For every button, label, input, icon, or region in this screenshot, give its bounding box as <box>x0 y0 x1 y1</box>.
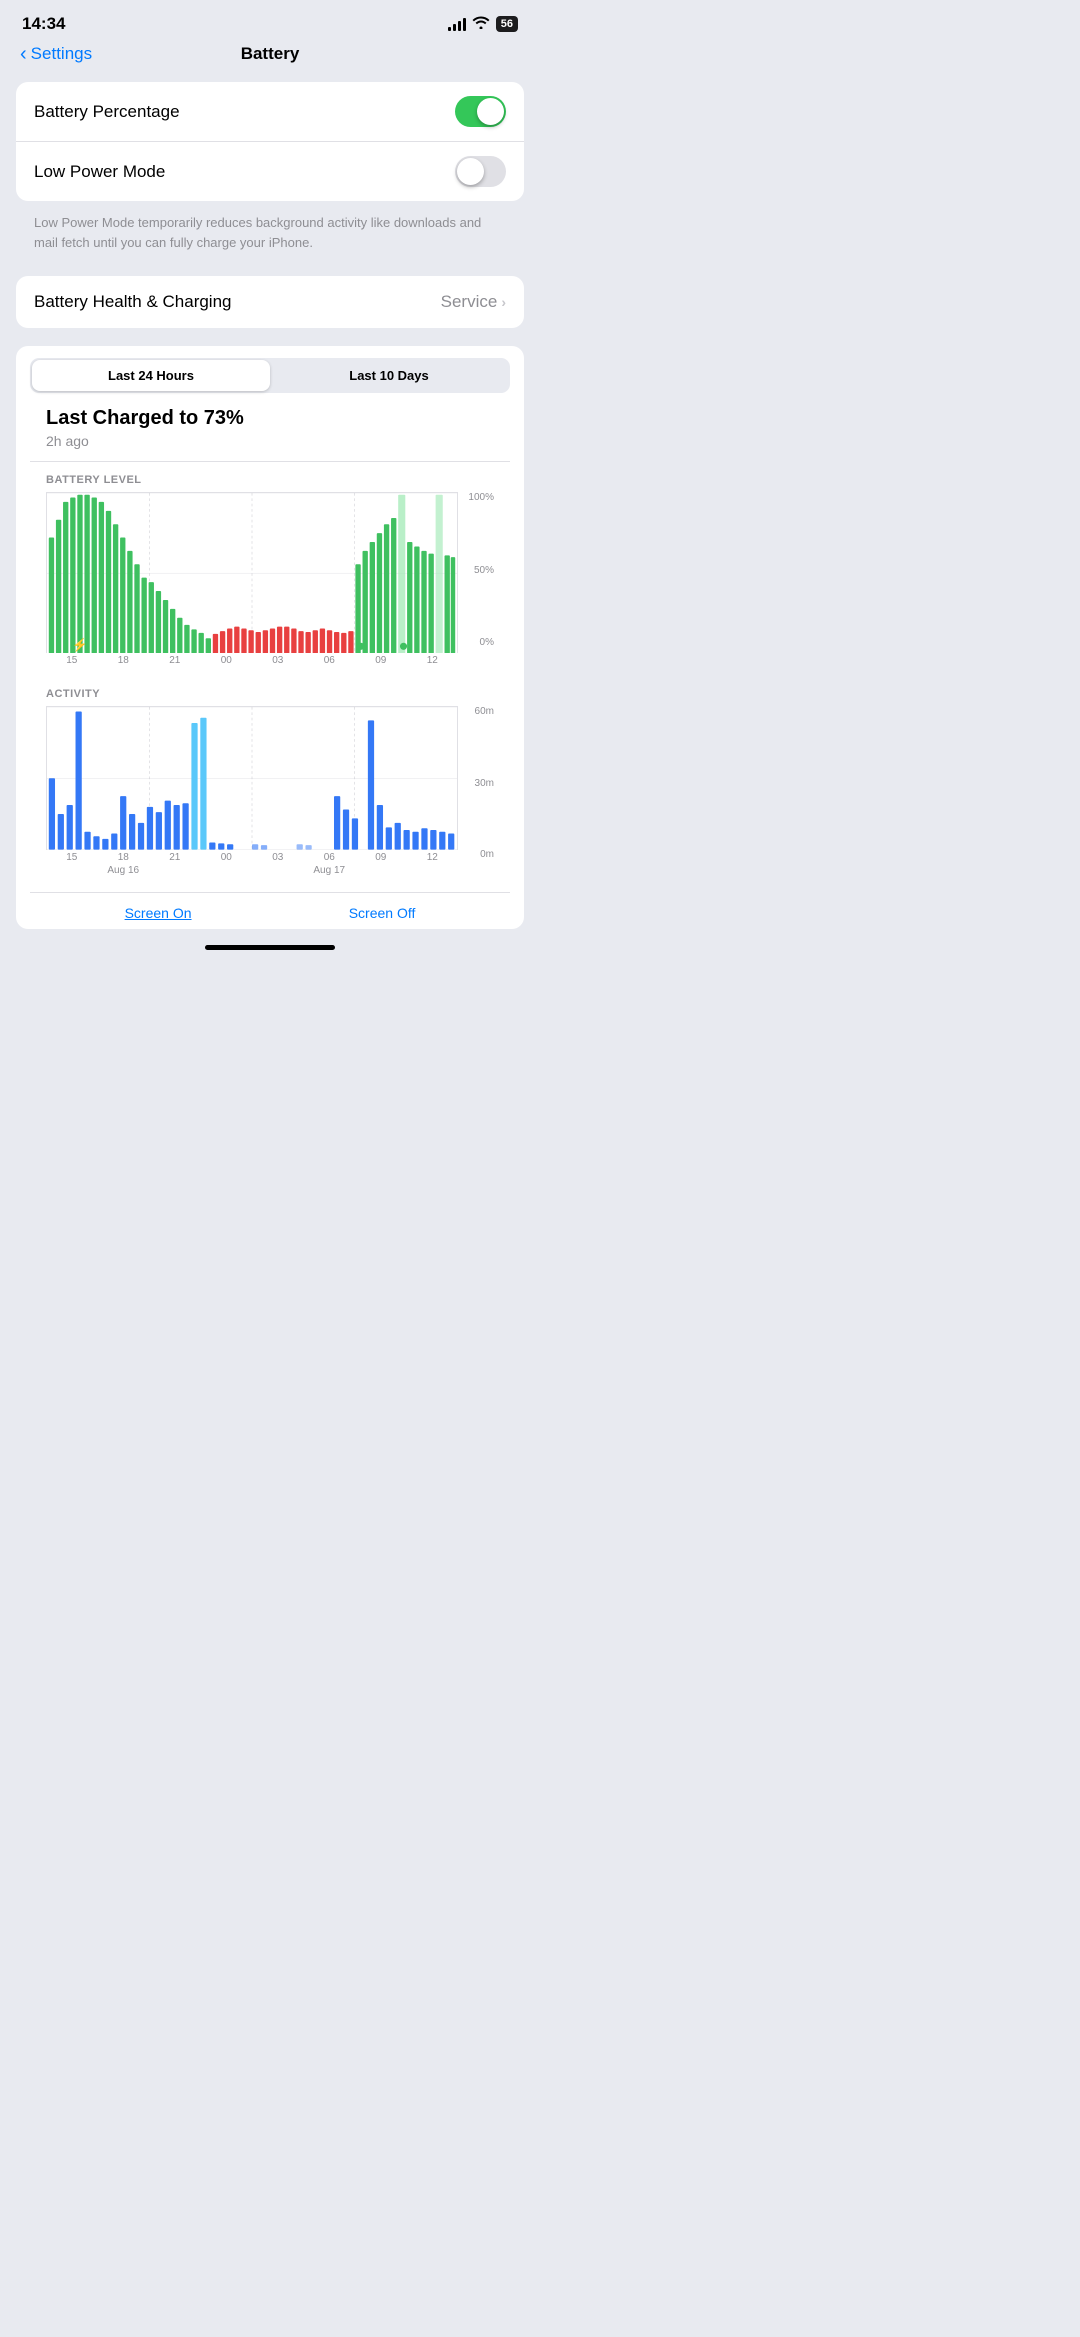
home-indicator <box>0 937 540 956</box>
battery-chart-area: ⚡ <box>46 492 458 653</box>
toggles-card: Battery Percentage Low Power Mode <box>16 82 524 201</box>
screen-off-tab[interactable]: Screen Off <box>349 905 416 921</box>
activity-y-labels: 60m 30m 0m <box>462 706 494 860</box>
low-power-mode-label: Low Power Mode <box>34 162 165 182</box>
battery-level-label: BATTERY LEVEL <box>46 474 494 486</box>
date-aug16: Aug 16 <box>46 865 201 876</box>
charge-subtitle: 2h ago <box>46 433 494 449</box>
battery-percentage-toggle[interactable] <box>455 96 506 127</box>
svg-text:⚡: ⚡ <box>72 637 88 653</box>
toggle-thumb-off <box>457 158 484 185</box>
activity-x-labels: 15 18 21 00 03 06 09 12 <box>46 850 458 865</box>
toggle-thumb <box>477 98 504 125</box>
date-labels: Aug 16 Aug 17 <box>46 865 458 880</box>
activity-section: ACTIVITY 60m 30m 0m <box>30 688 510 892</box>
activity-chart-container: 60m 30m 0m <box>46 706 494 880</box>
chart-card: Last 24 Hours Last 10 Days Last Charged … <box>16 346 524 929</box>
wifi-icon <box>472 16 490 32</box>
battery-percentage-row[interactable]: Battery Percentage <box>16 82 524 141</box>
signal-icon <box>448 17 466 31</box>
nav-bar: ‹ Settings Battery <box>0 40 540 74</box>
back-chevron-icon: ‹ <box>20 44 27 64</box>
low-power-description: Low Power Mode temporarily reduces backg… <box>16 209 524 266</box>
battery-chart-svg: ⚡ <box>47 493 457 653</box>
low-power-mode-row[interactable]: Low Power Mode <box>16 141 524 201</box>
activity-label: ACTIVITY <box>46 688 494 700</box>
status-icons: 56 <box>448 16 518 32</box>
battery-icon: 56 <box>496 16 518 32</box>
battery-percentage-label: Battery Percentage <box>34 102 180 122</box>
chevron-right-icon: › <box>501 294 506 310</box>
last-10-days-tab[interactable]: Last 10 Days <box>270 360 508 391</box>
battery-health-status: Service <box>441 292 498 312</box>
charge-info: Last Charged to 73% 2h ago <box>30 393 510 461</box>
battery-level-section: BATTERY LEVEL 100% 50% 0% <box>30 461 510 680</box>
home-bar <box>205 945 335 950</box>
battery-health-row[interactable]: Battery Health & Charging Service › <box>16 276 524 328</box>
activity-chart-svg <box>47 707 457 850</box>
low-power-toggle[interactable] <box>455 156 506 187</box>
back-button[interactable]: ‹ Settings <box>20 44 92 64</box>
status-bar: 14:34 56 <box>0 0 540 40</box>
activity-chart-area <box>46 706 458 850</box>
battery-y-labels: 100% 50% 0% <box>462 492 494 648</box>
status-time: 14:34 <box>22 14 65 34</box>
back-label: Settings <box>31 44 92 64</box>
bottom-tabs: Screen On Screen Off <box>30 892 510 929</box>
last-24-hours-tab[interactable]: Last 24 Hours <box>32 360 270 391</box>
battery-health-card[interactable]: Battery Health & Charging Service › <box>16 276 524 328</box>
battery-chart-container: 100% 50% 0% <box>46 492 494 668</box>
time-selector[interactable]: Last 24 Hours Last 10 Days <box>30 358 510 393</box>
charge-title: Last Charged to 73% <box>46 407 494 430</box>
screen-on-tab[interactable]: Screen On <box>125 905 192 921</box>
page-title: Battery <box>241 44 300 64</box>
battery-health-label: Battery Health & Charging <box>34 292 232 312</box>
date-aug17: Aug 17 <box>201 865 459 876</box>
battery-x-labels: 15 18 21 00 03 06 09 12 <box>46 653 458 668</box>
battery-health-right: Service › <box>441 292 506 312</box>
